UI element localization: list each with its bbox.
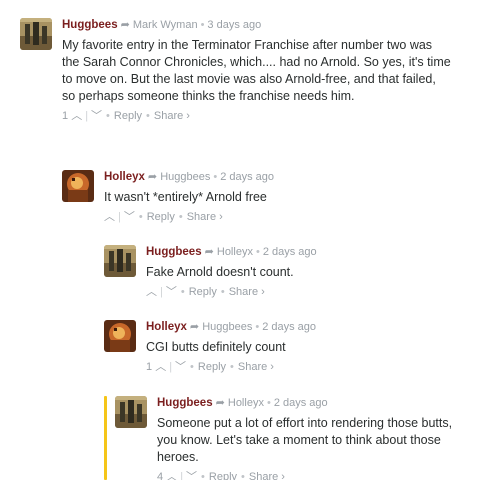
- comment-text: My favorite entry in the Terminator Fran…: [62, 38, 451, 103]
- separator-dot: •: [255, 321, 260, 333]
- upvote-count: 1: [62, 110, 69, 122]
- author-name[interactable]: Holleyx: [146, 321, 187, 333]
- timestamp[interactable]: 2 days ago: [262, 321, 316, 333]
- share-link[interactable]: Share ›: [238, 361, 274, 373]
- parent-author[interactable]: Mark Wyman: [133, 19, 198, 31]
- upvote-icon[interactable]: ︿: [71, 110, 82, 122]
- upvote-icon[interactable]: ︿: [166, 471, 177, 480]
- reply-arrow-icon: ➦: [120, 19, 130, 31]
- downvote-icon[interactable]: ﹀: [166, 286, 177, 298]
- comment-text: Fake Arnold doesn't count.: [146, 265, 294, 279]
- reply-link[interactable]: Reply: [147, 211, 175, 223]
- reply-arrow-icon: ➦: [204, 246, 214, 258]
- avatar[interactable]: [62, 170, 94, 202]
- vote-divider: |: [160, 286, 163, 298]
- comment-text: CGI butts definitely count: [146, 340, 286, 354]
- comment-footer: 1 ︿ | ﹀ • Reply • Share ›: [62, 110, 190, 122]
- parent-author[interactable]: Holleyx: [228, 397, 264, 409]
- share-link[interactable]: Share ›: [154, 110, 190, 122]
- comment-header: Huggbees ➦ Holleyx • 2 days ago: [157, 396, 457, 410]
- timestamp[interactable]: 2 days ago: [274, 397, 328, 409]
- share-link[interactable]: Share ›: [229, 286, 265, 298]
- separator-dot: •: [213, 171, 218, 183]
- comment-header: Huggbees ➦ Holleyx • 2 days ago: [146, 245, 466, 259]
- author-name[interactable]: Huggbees: [157, 397, 213, 409]
- upvote-count: 1: [146, 361, 153, 373]
- comment-footer: ︿ | ﹀ • Reply • Share ›: [146, 286, 265, 298]
- upvote-icon[interactable]: ︿: [146, 286, 157, 298]
- separator-dot: •: [255, 246, 260, 258]
- vote-divider: |: [169, 361, 173, 373]
- comment-header: Huggbees ➦ Mark Wyman • 3 days ago: [62, 18, 452, 32]
- author-name[interactable]: Huggbees: [62, 19, 118, 31]
- downvote-icon[interactable]: ﹀: [186, 471, 197, 480]
- comment-text: It wasn't *entirely* Arnold free: [104, 190, 267, 204]
- reply-arrow-icon: ➦: [189, 321, 200, 333]
- avatar[interactable]: [115, 396, 147, 428]
- vote-divider: |: [180, 471, 184, 480]
- timestamp[interactable]: 3 days ago: [207, 19, 261, 31]
- share-link[interactable]: Share ›: [249, 471, 285, 480]
- reply-arrow-icon: ➦: [147, 171, 158, 183]
- new-comment-highlight: [104, 396, 107, 480]
- reply-link[interactable]: Reply: [189, 286, 217, 298]
- comment-footer: ︿ | ﹀ • Reply • Share ›: [104, 211, 223, 223]
- comment-header: Holleyx ➦ Huggbees • 2 days ago: [146, 320, 466, 334]
- vote-divider: |: [85, 110, 89, 122]
- parent-author[interactable]: Huggbees: [202, 321, 252, 333]
- downvote-icon[interactable]: ﹀: [175, 361, 186, 373]
- upvote-count: 4: [157, 471, 164, 480]
- comment-footer: 1 ︿ | ﹀ • Reply • Share ›: [146, 361, 274, 373]
- downvote-icon[interactable]: ﹀: [91, 110, 102, 122]
- author-name[interactable]: Holleyx: [104, 171, 145, 183]
- author-name[interactable]: Huggbees: [146, 246, 202, 258]
- avatar[interactable]: [104, 320, 136, 352]
- avatar[interactable]: [104, 245, 136, 277]
- reply-link[interactable]: Reply: [209, 471, 237, 480]
- reply-link[interactable]: Reply: [198, 361, 226, 373]
- share-link[interactable]: Share ›: [187, 211, 223, 223]
- avatar[interactable]: [20, 18, 52, 50]
- reply-link[interactable]: Reply: [114, 110, 142, 122]
- separator-dot: •: [266, 397, 271, 409]
- downvote-icon[interactable]: ﹀: [124, 211, 135, 223]
- comment-header: Holleyx ➦ Huggbees • 2 days ago: [104, 170, 464, 184]
- parent-author[interactable]: Holleyx: [217, 246, 253, 258]
- separator-dot: •: [200, 19, 205, 31]
- vote-divider: |: [118, 211, 121, 223]
- upvote-icon[interactable]: ︿: [155, 361, 166, 373]
- reply-arrow-icon: ➦: [215, 397, 225, 409]
- comment-text: Someone put a lot of effort into renderi…: [157, 416, 453, 464]
- parent-author[interactable]: Huggbees: [160, 171, 210, 183]
- upvote-icon[interactable]: ︿: [104, 211, 115, 223]
- timestamp[interactable]: 2 days ago: [263, 246, 317, 258]
- comment-footer: 4 ︿ | ﹀ • Reply • Share ›: [157, 470, 457, 480]
- timestamp[interactable]: 2 days ago: [220, 171, 274, 183]
